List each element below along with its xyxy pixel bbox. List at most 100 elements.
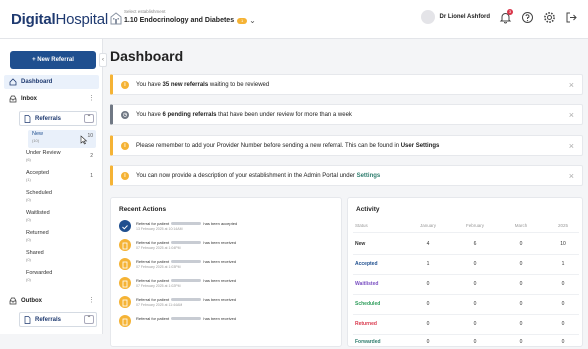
list-item[interactable]: Referral for patient has been accepted 13… [119,220,339,237]
notice-text-bold: 6 pending referrals [162,111,217,118]
gear-icon[interactable] [543,11,556,24]
table-cell: 0 [561,339,565,345]
table-row: Forwarded 0 0 0 0 [348,339,584,349]
establishment-selector[interactable]: Select establishment 1.10 Endocrinology … [124,9,256,25]
sidebar-item-scheduled[interactable]: Scheduled (0) [26,190,96,202]
notice-text: You have [136,111,163,118]
item-number: 10 [87,133,93,139]
list-item[interactable]: Referral for patient has been received 07… [119,296,339,313]
sidebar-item-outbox-referrals[interactable]: Referrals ⌃ [19,312,97,327]
action-date: 07 February 2025 at 1:03PM [136,265,181,269]
table-row: Accepted 1 0 0 1 [348,261,584,271]
item-number: 2 [90,153,93,159]
table-cell: 0 [473,301,477,307]
list-item[interactable]: Referral for patient has been received [119,315,339,332]
table-cell: 1 [561,261,565,267]
info-icon: i [121,171,129,180]
redacted-name [171,279,202,283]
table-cell: 1 [426,261,430,267]
mouse-cursor-icon [80,135,88,145]
item-label: Returned [26,230,49,236]
clock-icon: ◷ [121,110,129,119]
user-area: Dr Lionel Ashford 3 [420,8,578,24]
column-header: Status [355,223,368,228]
more-options-icon[interactable]: ⋮ [88,296,95,304]
redacted-name [171,317,202,321]
item-count: (0) [26,237,31,242]
notice-text: You can now provide a description of you… [136,172,357,179]
sidebar-item-dashboard[interactable]: Dashboard [4,75,99,89]
column-header: 2025 [557,223,568,228]
info-icon: i [121,141,129,150]
item-label: Forwarded [26,270,53,276]
status-label: Scheduled [355,301,381,307]
redacted-name [171,222,202,226]
list-item[interactable]: Referral for patient has been received 07… [119,277,339,294]
status-label: Waitlisted [355,281,379,287]
document-icon [24,315,31,324]
user-name[interactable]: Dr Lionel Ashford [440,14,490,20]
establishment-badge: 1 [237,17,248,24]
action-text: has been accepted [203,221,238,226]
document-icon [119,315,131,327]
table-cell: 0 [426,281,430,287]
inbox-icon [9,95,17,103]
column-header: January [419,223,436,228]
help-icon[interactable] [521,11,534,24]
logout-icon[interactable] [565,11,578,24]
status-label: New [355,241,366,247]
sidebar-item-waitlisted[interactable]: Waitlisted (0) [26,210,96,222]
sidebar-item-shared[interactable]: Shared (0) [26,250,96,262]
home-icon [9,78,17,86]
item-count: (0) [26,257,31,262]
close-icon[interactable]: × [569,141,574,151]
notice-new-referrals: i You have 35 new referrals waiting to b… [110,74,583,95]
list-item[interactable]: Referral for patient has been received 07… [119,258,339,275]
action-text: Referral for patient [136,316,170,321]
new-referral-button[interactable]: + New Referral [10,51,96,69]
sidebar-item-accepted[interactable]: Accepted (1) 1 [26,170,96,182]
action-date: 07 February 2025 at 1:02PM [136,284,181,288]
logo-text-bold: Digital [11,11,56,28]
notice-text-bold: 35 new referrals [162,81,209,88]
list-item[interactable]: Referral for patient has been received 07… [119,239,339,256]
notice-text: waiting to be reviewed [208,81,270,88]
document-icon [119,239,131,251]
table-cell: 0 [426,301,430,307]
divider [353,294,579,295]
item-count: (1) [26,177,31,182]
sidebar-item-referrals[interactable]: Referrals ⌃ [19,111,97,126]
item-count: (0) [26,197,31,202]
table-row: Returned 0 0 0 0 [348,321,584,331]
close-icon[interactable]: × [569,80,574,90]
chevron-up-icon[interactable]: ⌃ [84,114,94,123]
chevron-down-icon[interactable]: ⌄ [249,16,256,25]
user-settings-link[interactable]: User Settings [401,143,440,149]
notice-text: that have been under review for more tha… [216,111,352,118]
outbox-icon [9,297,17,305]
bell-icon[interactable]: 3 [499,8,513,24]
settings-link[interactable]: Settings [357,173,381,179]
more-options-icon[interactable]: ⋮ [88,94,95,102]
divider [353,254,579,255]
chevron-up-icon[interactable]: ⌃ [84,315,94,324]
table-cell: 0 [519,261,523,267]
sidebar-item-under-review[interactable]: Under Review (6) 2 [26,150,96,162]
sidebar-section-outbox[interactable]: Outbox ⋮ [4,294,99,308]
sidebar-item-label: Dashboard [21,79,53,85]
document-icon [119,296,131,308]
app-logo[interactable]: DigitalHospital [11,11,108,28]
sidebar-item-forwarded[interactable]: Forwarded (0) [26,270,96,282]
table-cell: 0 [426,321,430,327]
table-row: New 4 6 0 10 [348,241,584,251]
close-icon[interactable]: × [569,171,574,181]
table-cell: 0 [473,321,477,327]
top-bar: DigitalHospital Select establishment 1.1… [0,0,588,39]
establishment-name: 1.10 Endocrinology and Diabetes [124,17,235,24]
sidebar-item-returned[interactable]: Returned (0) [26,230,96,242]
avatar[interactable] [420,10,435,24]
sidebar-section-inbox[interactable]: Inbox ⋮ [4,92,99,106]
column-header: February [465,223,484,228]
table-cell: 4 [426,241,430,247]
close-icon[interactable]: × [569,110,574,120]
